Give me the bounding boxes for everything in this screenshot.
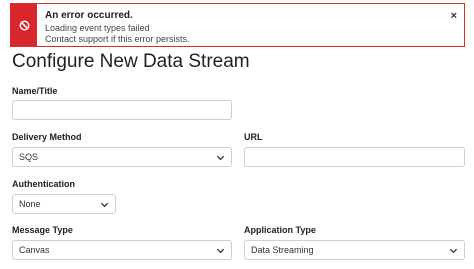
alert-hint: Contact support if this error persists. xyxy=(45,34,190,44)
chevron-down-icon xyxy=(216,155,225,160)
alert-title: An error occurred. xyxy=(45,10,133,21)
blocked-icon xyxy=(19,20,29,30)
alert-message: Loading event types failed xyxy=(45,23,150,33)
name-label: Name/Title xyxy=(12,86,58,96)
delivery-method-value: SQS xyxy=(19,152,39,162)
application-type-label: Application Type xyxy=(244,225,316,235)
delivery-method-label: Delivery Method xyxy=(12,132,82,142)
page-title: Configure New Data Stream xyxy=(12,51,250,72)
chevron-down-icon xyxy=(216,248,225,253)
application-type-value: Data Streaming xyxy=(251,245,314,255)
error-alert: An error occurred. Loading event types f… xyxy=(10,3,465,47)
chevron-down-icon xyxy=(449,248,458,253)
authentication-value: None xyxy=(19,199,41,209)
application-type-select[interactable]: Data Streaming xyxy=(244,240,465,260)
url-label: URL xyxy=(244,132,263,142)
delivery-method-select[interactable]: SQS xyxy=(12,147,232,167)
name-input[interactable] xyxy=(12,100,232,120)
close-icon[interactable]: × xyxy=(451,11,457,22)
message-type-select[interactable]: Canvas xyxy=(12,240,232,260)
url-input[interactable] xyxy=(244,147,465,167)
alert-icon-box xyxy=(11,4,37,46)
message-type-value: Canvas xyxy=(19,245,50,255)
authentication-select[interactable]: None xyxy=(12,194,116,214)
chevron-down-icon xyxy=(100,202,109,207)
message-type-label: Message Type xyxy=(12,225,73,235)
authentication-label: Authentication xyxy=(12,179,75,189)
